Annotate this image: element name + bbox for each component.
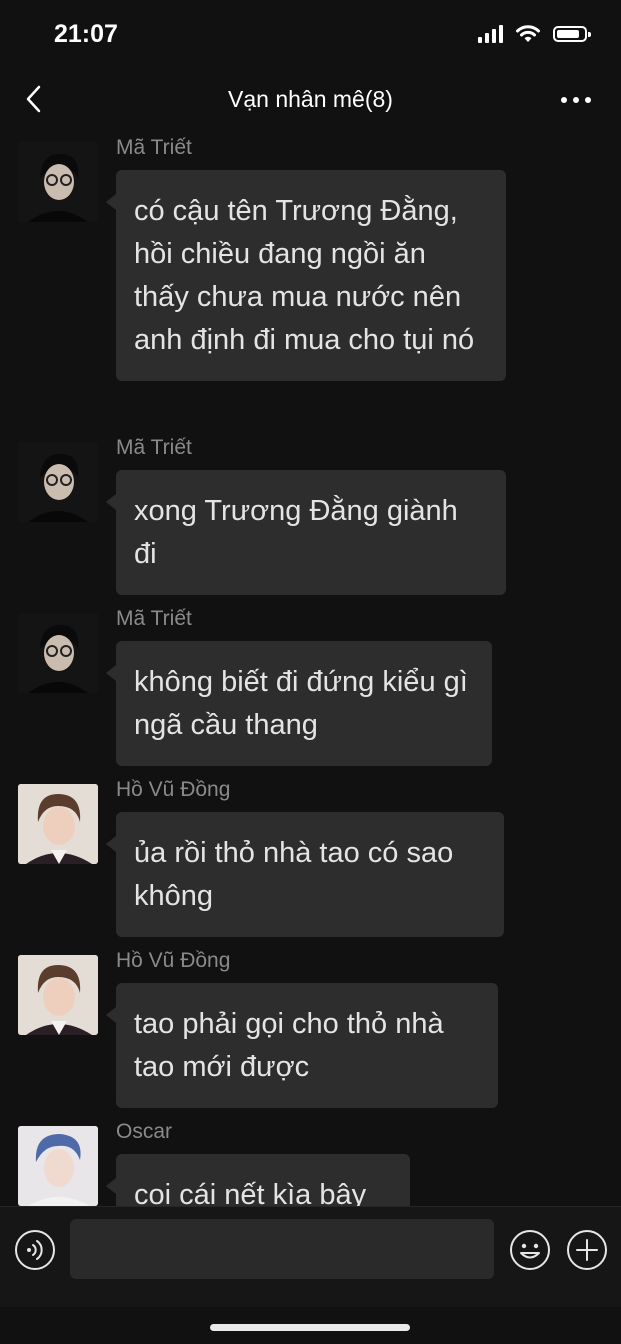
chat-title: Vạn nhân mê(8) (228, 86, 393, 112)
chat-area[interactable]: Mã Triết có cậu tên Trương Đằng, hồi chi… (0, 132, 621, 1206)
message-bubble[interactable]: tao phải gọi cho thỏ nhà tao mới được (106, 983, 498, 1108)
home-indicator[interactable] (210, 1324, 410, 1331)
status-icons (478, 24, 591, 44)
message-bubble[interactable]: có cậu tên Trương Đằng, hồi chiều đang n… (106, 170, 506, 381)
cellular-signal-icon (478, 25, 503, 43)
more-dots-icon[interactable] (559, 90, 593, 110)
sender-name: Mã Triết (116, 607, 192, 630)
message-input[interactable] (70, 1219, 494, 1279)
message-bubble[interactable]: xong Trương Đằng giành đi (106, 470, 506, 595)
sender-name: Mã Triết (116, 136, 192, 159)
plus-icon[interactable] (565, 1228, 609, 1272)
avatar[interactable] (18, 784, 98, 864)
voice-icon[interactable] (14, 1229, 56, 1271)
avatar[interactable] (18, 1126, 98, 1206)
status-time: 21:07 (54, 20, 118, 48)
sender-name: Oscar (116, 1120, 173, 1143)
input-bar (0, 1206, 621, 1307)
sender-name: Mã Triết (116, 436, 192, 459)
sender-name: Hồ Vũ Đồng (116, 778, 231, 801)
avatar[interactable] (18, 955, 98, 1035)
avatar[interactable] (18, 613, 98, 693)
avatar[interactable] (18, 442, 98, 522)
message-bubble[interactable]: không biết đi đứng kiểu gì ngã cầu thang (106, 641, 492, 766)
status-bar: 21:07 (0, 0, 621, 70)
message-bubble[interactable]: coi cái nết kìa bây (106, 1154, 410, 1206)
emoji-icon[interactable] (508, 1228, 552, 1272)
sender-name: Hồ Vũ Đồng (116, 949, 231, 972)
wifi-icon (516, 25, 540, 42)
message-bubble[interactable]: ủa rồi thỏ nhà tao có sao không (106, 812, 504, 937)
battery-icon (553, 26, 591, 42)
avatar[interactable] (18, 142, 98, 222)
nav-bar: Vạn nhân mê(8) (0, 70, 621, 132)
